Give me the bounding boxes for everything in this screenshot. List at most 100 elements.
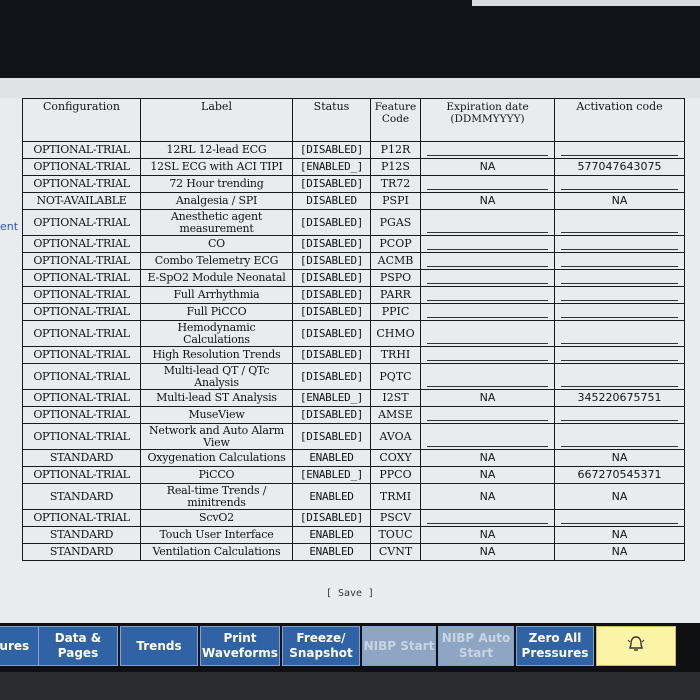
softkey-7[interactable]: NIBP Auto Start: [438, 626, 514, 666]
status-cell: [ENABLED_]: [292, 389, 371, 407]
status-cell-text: [DISABLED]: [299, 369, 364, 383]
softkey-3[interactable]: Trends: [120, 626, 198, 666]
activation-code-field[interactable]: [554, 346, 685, 364]
entry-underline: [561, 300, 678, 301]
expiration-date-field[interactable]: [420, 509, 555, 527]
expiration-date-field[interactable]: [420, 423, 555, 450]
expiration-date-field[interactable]: [420, 346, 555, 364]
table-row[interactable]: OPTIONAL-TRIAL 12RL 12-lead ECG [DISABLED]…: [22, 141, 685, 159]
table-row[interactable]: OPTIONAL-TRIAL E-SpO2 Module Neonatal [DIS…: [22, 269, 685, 287]
feature-code-cell-text: I2ST: [382, 391, 409, 404]
feature-code-cell-text: PSPI: [382, 194, 409, 207]
label-cell: Ventilation Calculations: [140, 543, 293, 561]
table-row[interactable]: OPTIONAL-TRIAL Combo Telemetry ECG [DISABL…: [22, 252, 685, 270]
table-row[interactable]: OPTIONAL-TRIAL 12SL ECG with ACI TIPI [ENA…: [22, 158, 685, 176]
activation-code-field[interactable]: [554, 235, 685, 253]
activation-code-field[interactable]: [554, 269, 685, 287]
activation-code-field[interactable]: [554, 363, 685, 390]
feature-options-screen: ent Configuration Label Status Feature C…: [0, 78, 700, 623]
table-row[interactable]: OPTIONAL-TRIAL 72 Hour trending [DISABLED]…: [22, 175, 685, 193]
label-cell-text: Ventilation Calculations: [152, 545, 281, 558]
label-cell: CO: [140, 235, 293, 253]
label-cell-text: 12RL 12-lead ECG: [166, 143, 267, 156]
feature-code-cell-text: PPIC: [381, 305, 410, 318]
configuration-cell: STANDARD: [22, 526, 141, 544]
table-row[interactable]: OPTIONAL-TRIAL Network and Auto Alarm Vie…: [22, 423, 685, 450]
label-cell-text: High Resolution Trends: [152, 348, 281, 361]
configuration-cell: OPTIONAL-TRIAL: [22, 252, 141, 270]
activation-code-field[interactable]: [554, 320, 685, 347]
label-cell-text: Oxygenation Calculations: [147, 451, 286, 464]
feature-code-cell: TRHI: [370, 346, 421, 364]
table-row[interactable]: NOT-AVAILABLE Analgesia / SPI DISABLED PSPI…: [22, 192, 685, 210]
softkey-4[interactable]: Print Waveforms: [200, 626, 280, 666]
label-cell: 12RL 12-lead ECG: [140, 141, 293, 159]
status-cell-text: [ENABLED_]: [299, 468, 364, 481]
configuration-cell-text: OPTIONAL-TRIAL: [33, 305, 130, 318]
table-row[interactable]: OPTIONAL-TRIAL Anesthetic agent measureme…: [22, 209, 685, 236]
table-row[interactable]: OPTIONAL-TRIAL Multi-lead QT / QTc Analys…: [22, 363, 685, 390]
status-cell: [DISABLED]: [292, 509, 371, 527]
softkey-2[interactable]: Data & Pages: [38, 626, 118, 666]
expiration-date-field[interactable]: [420, 320, 555, 347]
softkey-5[interactable]: Freeze/ Snapshot: [282, 626, 360, 666]
configuration-cell-text: STANDARD: [49, 489, 114, 503]
table-row[interactable]: STANDARD Real-time Trends / minitrends ENA…: [22, 483, 685, 510]
table-row[interactable]: OPTIONAL-TRIAL PiCCO [ENABLED_] PPCO NA 66727…: [22, 466, 685, 484]
alarm-silence-button[interactable]: [596, 626, 676, 666]
activation-code-field[interactable]: [554, 175, 685, 193]
label-cell: E-SpO2 Module Neonatal: [140, 269, 293, 287]
activation-code-field: NA: [554, 543, 685, 561]
activation-code-field[interactable]: [554, 406, 685, 424]
activation-code-field[interactable]: [554, 423, 685, 450]
expiration-date-field[interactable]: [420, 406, 555, 424]
activation-code-field[interactable]: [554, 303, 685, 321]
expiration-date-field[interactable]: [420, 209, 555, 236]
label-cell: Hemodynamic Calculations: [140, 320, 293, 347]
expiration-date-field-text: NA: [479, 194, 496, 207]
expiration-date-field[interactable]: [420, 252, 555, 270]
expiration-date-field[interactable]: [420, 141, 555, 159]
expiration-date-field[interactable]: [420, 235, 555, 253]
expiration-date-field[interactable]: [420, 175, 555, 193]
expiration-date-field[interactable]: [420, 269, 555, 287]
table-row[interactable]: OPTIONAL-TRIAL MuseView [DISABLED] AMSE: [22, 406, 685, 424]
activation-code-field[interactable]: [554, 286, 685, 304]
activation-code-field-text: 345220675751: [577, 391, 662, 404]
entry-underline: [561, 523, 678, 524]
activation-code-field: NA: [554, 192, 685, 210]
status-cell-text: [DISABLED]: [299, 348, 364, 361]
activation-code-field[interactable]: [554, 141, 685, 159]
activation-code-field[interactable]: [554, 509, 685, 527]
label-cell-text: Full PiCCO: [186, 305, 247, 318]
softkey-6[interactable]: NIBP Start: [362, 626, 436, 666]
label-cell: Anesthetic agent measurement: [140, 209, 293, 236]
table-row[interactable]: OPTIONAL-TRIAL ScvO2 [DISABLED] PSCV: [22, 509, 685, 527]
expiration-date-field[interactable]: [420, 363, 555, 390]
configuration-cell-text: OPTIONAL-TRIAL: [33, 429, 130, 443]
table-row[interactable]: OPTIONAL-TRIAL Multi-lead ST Analysis [ENA…: [22, 389, 685, 407]
expiration-date-field[interactable]: [420, 303, 555, 321]
save-button[interactable]: [ Save ]: [0, 588, 700, 599]
softkey-8[interactable]: Zero All Pressures: [516, 626, 594, 666]
feature-code-cell: AMSE: [370, 406, 421, 424]
monitor-bezel-bottom: [0, 672, 700, 700]
configuration-cell: OPTIONAL-TRIAL: [22, 175, 141, 193]
activation-code-field: 577047643075: [554, 158, 685, 176]
activation-code-field[interactable]: [554, 209, 685, 236]
table-row[interactable]: STANDARD Ventilation Calculations ENABLED C…: [22, 543, 685, 561]
table-row[interactable]: OPTIONAL-TRIAL High Resolution Trends [DIS…: [22, 346, 685, 364]
configuration-cell: OPTIONAL-TRIAL: [22, 286, 141, 304]
table-row[interactable]: OPTIONAL-TRIAL Full Arrhythmia [DISABLED] P…: [22, 286, 685, 304]
table-row[interactable]: STANDARD Touch User Interface ENABLED TOUC N…: [22, 526, 685, 544]
table-row[interactable]: OPTIONAL-TRIAL Hemodynamic Calculations [D…: [22, 320, 685, 347]
table-row[interactable]: OPTIONAL-TRIAL CO [DISABLED] PCOP: [22, 235, 685, 253]
softkey-1[interactable]: dures: [0, 626, 40, 666]
activation-code-field[interactable]: [554, 252, 685, 270]
table-row[interactable]: OPTIONAL-TRIAL Full PiCCO [DISABLED] PPIC: [22, 303, 685, 321]
configuration-cell: STANDARD: [22, 543, 141, 561]
table-row[interactable]: STANDARD Oxygenation Calculations ENABLED C…: [22, 449, 685, 467]
label-cell: Multi-lead QT / QTc Analysis: [140, 363, 293, 390]
configuration-cell-text: STANDARD: [49, 528, 114, 541]
expiration-date-field[interactable]: [420, 286, 555, 304]
